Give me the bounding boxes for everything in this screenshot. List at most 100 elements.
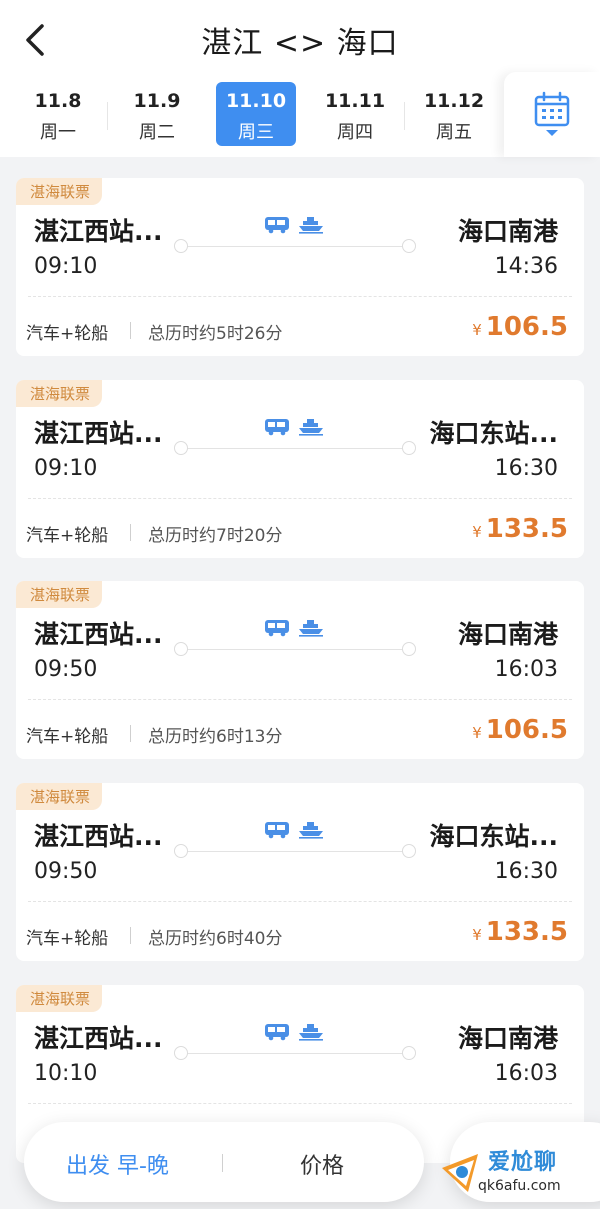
date-label: 11.9 <box>133 90 181 112</box>
departure-station: 湛江西站... <box>34 822 163 851</box>
duration: 总历时约5时26分 <box>148 324 283 344</box>
ticket-tag: 湛海联票 <box>16 178 103 205</box>
route-start-dot <box>174 239 188 253</box>
transport-modes <box>264 821 324 839</box>
arrival-time: 16:03 <box>494 657 558 682</box>
price-value: 133.5 <box>485 514 568 544</box>
divider <box>28 1103 572 1104</box>
divider <box>222 1154 223 1172</box>
calendar-icon <box>534 91 570 136</box>
transport-type: 汽车+轮船 <box>26 727 109 747</box>
date-tab-5[interactable]: 11.12 周五 <box>414 82 494 146</box>
transport-type: 汽车+轮船 <box>26 324 109 344</box>
divider <box>107 102 108 130</box>
transport-type: 汽车+轮船 <box>26 526 109 546</box>
ticket-tag: 湛海联票 <box>16 783 103 810</box>
ticket-tag: 湛海联票 <box>16 985 103 1012</box>
price: ¥133.5 <box>472 917 568 947</box>
route-end-dot <box>402 1046 416 1060</box>
duration: 总历时约6时13分 <box>148 727 283 747</box>
arrival-time: 16:03 <box>494 1061 558 1086</box>
duration: 总历时约6时40分 <box>148 929 283 949</box>
ship-icon <box>299 1024 323 1041</box>
arrival-time: 16:30 <box>494 859 558 884</box>
bus-icon <box>265 1024 289 1041</box>
ship-icon <box>299 822 323 839</box>
divider <box>130 725 131 742</box>
filter-bar: 出发 早-晚 价格 <box>24 1122 424 1202</box>
watermark: 爱尬聊 qk6afu.com <box>438 1140 598 1204</box>
transport-modes <box>264 418 324 436</box>
route-line <box>181 448 409 449</box>
divider <box>130 322 131 339</box>
date-tab-1[interactable]: 11.8 周一 <box>18 82 98 146</box>
transport-type: 汽车+轮船 <box>26 929 109 949</box>
currency-symbol: ¥ <box>472 321 482 339</box>
weekday-label: 周五 <box>436 122 472 143</box>
currency-symbol: ¥ <box>472 523 482 541</box>
route-end-dot <box>402 844 416 858</box>
price-value: 106.5 <box>485 715 568 745</box>
departure-station: 湛江西站... <box>34 217 163 246</box>
result-card[interactable]: 湛海联票 湛江西站... 09:10 海口南港 14:36 汽车+轮船 总历时约… <box>16 178 584 356</box>
result-card[interactable]: 湛海联票 湛江西站... 09:50 海口东站... 16:30 汽车+轮船 总… <box>16 783 584 961</box>
route-end-dot <box>402 239 416 253</box>
price: ¥106.5 <box>472 312 568 342</box>
top-header: 湛江 <> 海口 <box>0 0 600 80</box>
route-line <box>181 649 409 650</box>
route-line <box>181 1053 409 1054</box>
departure-time: 09:10 <box>34 456 98 481</box>
arrival-station: 海口南港 <box>457 217 558 246</box>
divider <box>28 699 572 700</box>
calendar-button[interactable] <box>504 72 600 157</box>
divider <box>28 498 572 499</box>
sort-by-price-button[interactable]: 价格 <box>300 1148 344 1180</box>
currency-symbol: ¥ <box>472 926 482 944</box>
weekday-label: 周一 <box>40 122 76 143</box>
watermark-url: qk6afu.com <box>478 1178 561 1194</box>
ticket-tag: 湛海联票 <box>16 581 103 608</box>
price-value: 133.5 <box>485 917 568 947</box>
date-selector: 11.8 周一 11.9 周二 11.10 周三 11.11 周四 11.12 … <box>0 72 600 157</box>
transport-modes <box>264 1023 324 1041</box>
departure-station: 湛江西站... <box>34 620 163 649</box>
departure-station: 湛江西站... <box>34 1024 163 1053</box>
ship-icon <box>299 217 323 234</box>
price: ¥106.5 <box>472 715 568 745</box>
date-label: 11.11 <box>324 90 386 112</box>
price: ¥133.5 <box>472 514 568 544</box>
sort-by-departure-button[interactable]: 出发 早-晚 <box>66 1148 169 1180</box>
result-card[interactable]: 湛海联票 湛江西站... 09:10 海口东站... 16:30 汽车+轮船 总… <box>16 380 584 558</box>
date-tab-3[interactable]: 11.10 周三 <box>216 82 296 146</box>
arrival-time: 14:36 <box>494 254 558 279</box>
route-end-dot <box>402 441 416 455</box>
departure-time: 09:50 <box>34 859 98 884</box>
arrival-station: 海口东站... <box>429 822 559 851</box>
watermark-text: 爱尬聊 <box>488 1150 558 1175</box>
departure-time: 09:50 <box>34 657 98 682</box>
divider <box>404 102 405 130</box>
arrival-station: 海口南港 <box>457 1024 558 1053</box>
date-label: 11.10 <box>225 90 287 112</box>
transport-modes <box>264 619 324 637</box>
date-tab-2[interactable]: 11.9 周二 <box>117 82 197 146</box>
route-start-dot <box>174 1046 188 1060</box>
transport-modes <box>264 216 324 234</box>
currency-symbol: ¥ <box>472 724 482 742</box>
result-card[interactable]: 湛海联票 湛江西站... 09:50 海口南港 16:03 汽车+轮船 总历时约… <box>16 581 584 759</box>
page-title: 湛江 <> 海口 <box>201 26 399 61</box>
weekday-label: 周二 <box>139 122 175 143</box>
ship-icon <box>299 620 323 637</box>
divider <box>28 296 572 297</box>
bus-icon <box>265 419 289 436</box>
arrival-time: 16:30 <box>494 456 558 481</box>
bus-icon <box>265 620 289 637</box>
departure-time: 10:10 <box>34 1061 98 1086</box>
route-start-dot <box>174 642 188 656</box>
bus-icon <box>265 822 289 839</box>
departure-station: 湛江西站... <box>34 419 163 448</box>
arrival-station: 海口南港 <box>457 620 558 649</box>
ticket-tag: 湛海联票 <box>16 380 103 407</box>
route-line <box>181 851 409 852</box>
date-tab-4[interactable]: 11.11 周四 <box>315 82 395 146</box>
